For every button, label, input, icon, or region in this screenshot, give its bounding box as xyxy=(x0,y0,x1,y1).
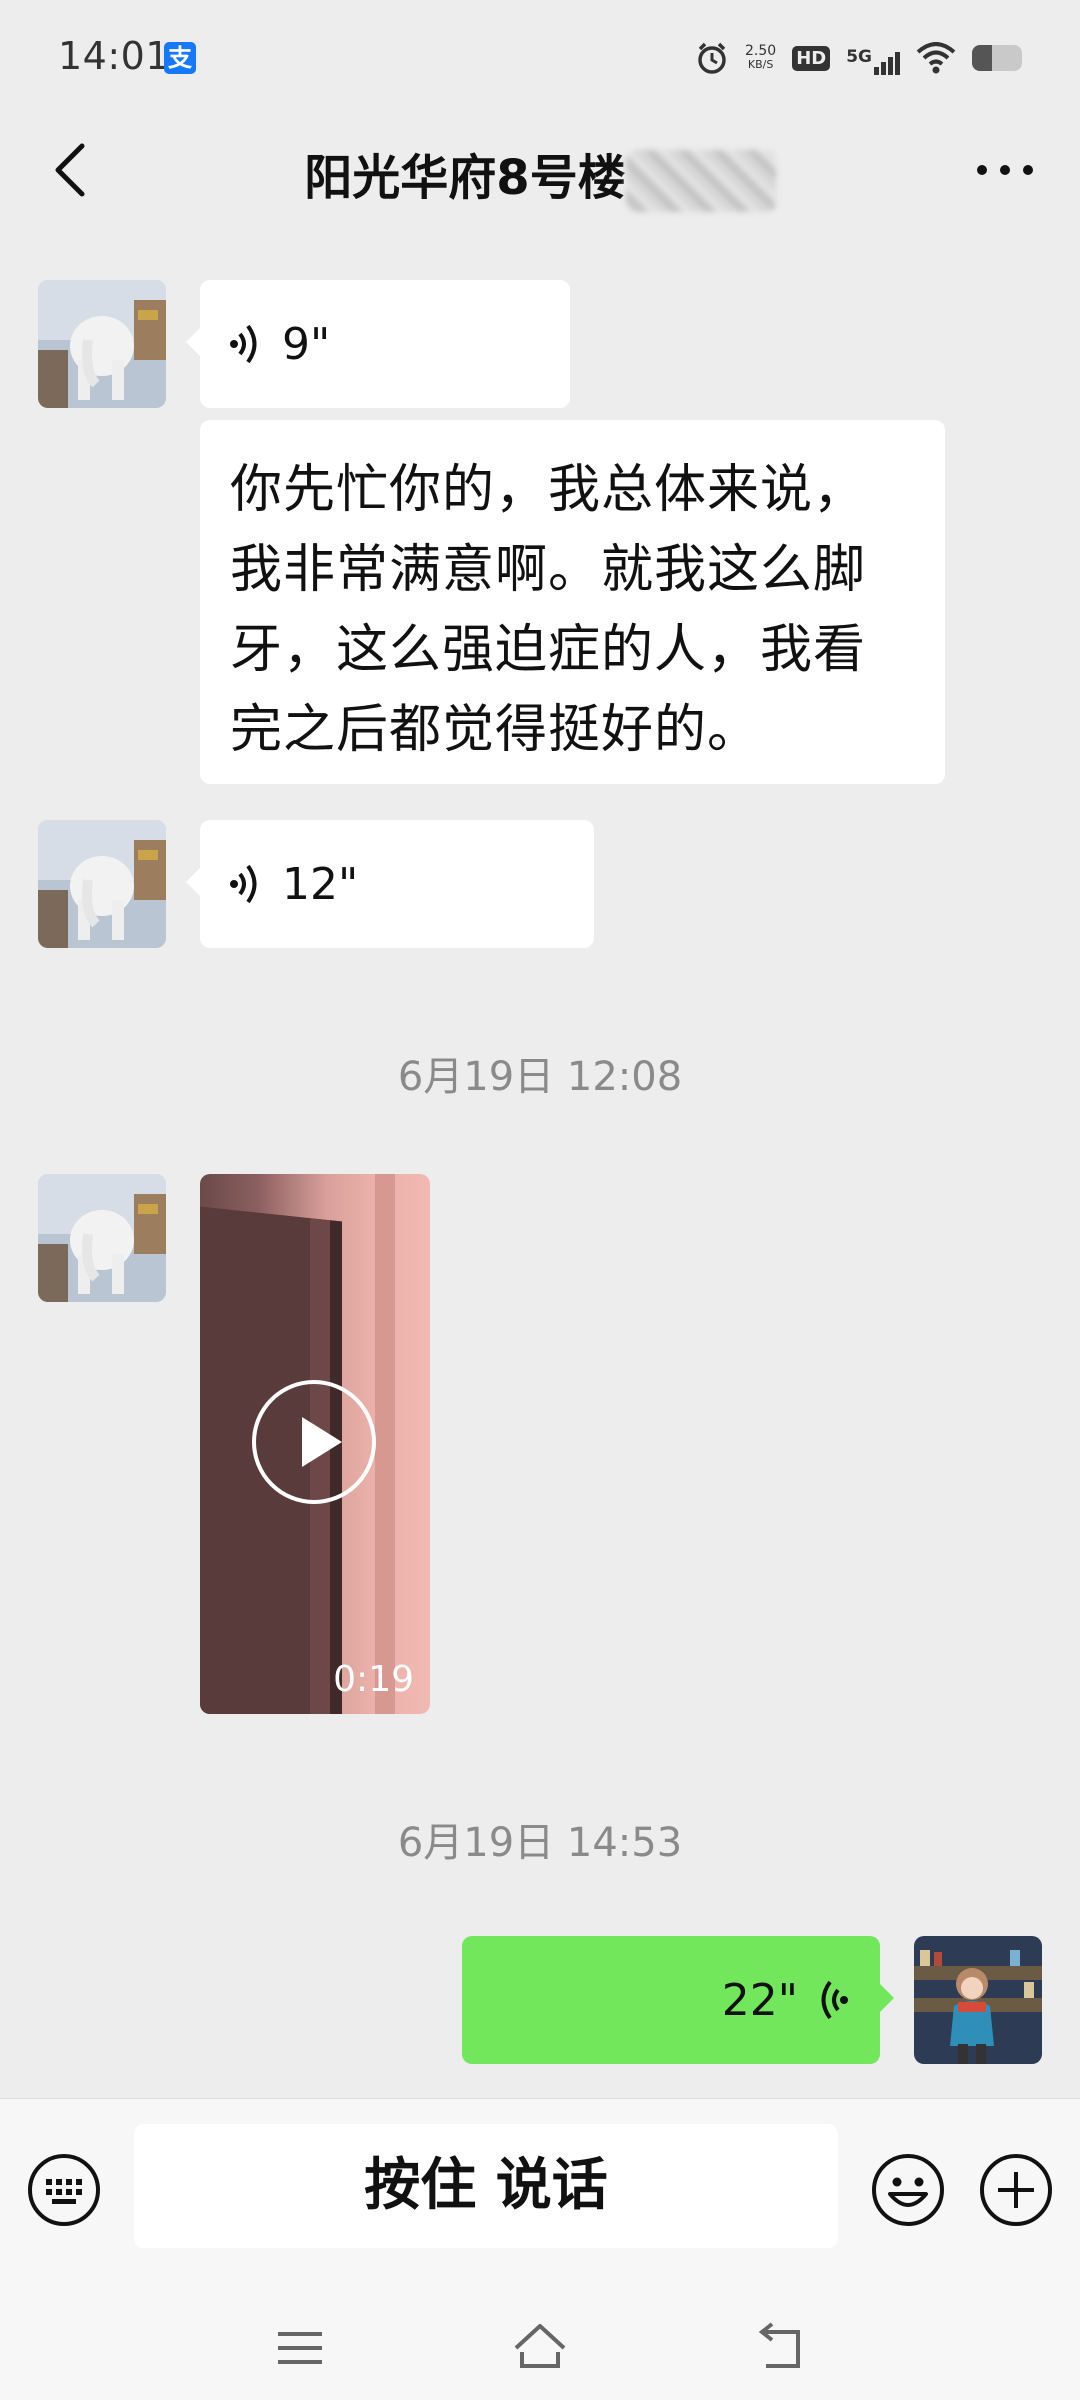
voice-wave-icon xyxy=(230,324,257,364)
network-type: 5G xyxy=(846,47,872,67)
voice-wave-icon xyxy=(230,864,257,904)
elephant-avatar-image xyxy=(38,820,166,948)
back-nav-icon xyxy=(758,2322,800,2368)
title-redaction xyxy=(625,150,776,212)
video-thumbnail-edge xyxy=(375,1174,395,1714)
text-message-bubble[interactable]: 你先忙你的，我总体来说，我非常满意啊。就我这么脚牙，这么强迫症的人，我看完之后都… xyxy=(200,420,945,784)
chat-title: 阳光华府8号楼 xyxy=(0,138,1080,212)
alipay-icon: 支 xyxy=(164,42,196,74)
keyboard-toggle-button[interactable] xyxy=(26,2152,102,2228)
girl-avatar-image xyxy=(914,1936,1042,2064)
video-duration: 0:19 xyxy=(333,1659,414,1700)
message-text: 你先忙你的，我总体来说，我非常满意啊。就我这么脚牙，这么强迫症的人，我看完之后都… xyxy=(230,460,867,760)
recent-apps-button[interactable] xyxy=(270,2318,330,2378)
status-time: 14:01 xyxy=(58,34,171,78)
battery-icon xyxy=(972,45,1022,71)
wifi-icon xyxy=(916,42,956,74)
net-speed-value: 2.50 xyxy=(745,43,777,59)
hold-to-talk-button[interactable]: 按住 说话 xyxy=(134,2124,838,2248)
emoji-icon xyxy=(872,2154,944,2226)
battery-fill xyxy=(972,45,992,71)
home-button[interactable] xyxy=(510,2318,570,2378)
message-timestamp: 6月19日 14:53 xyxy=(397,1820,683,1866)
message-timestamp: 6月19日 12:08 xyxy=(397,1054,683,1100)
voice-duration: 12" xyxy=(282,858,359,910)
contact-avatar[interactable] xyxy=(38,1174,166,1302)
more-icon xyxy=(977,165,1033,175)
voice-message-bubble[interactable]: 9" xyxy=(186,280,570,408)
voice-message-bubble[interactable]: 12" xyxy=(186,820,594,948)
system-back-button[interactable] xyxy=(750,2318,810,2378)
keyboard-icon xyxy=(28,2154,100,2226)
plus-icon xyxy=(980,2154,1052,2226)
more-button[interactable] xyxy=(970,150,1040,190)
signal-icon: 5G xyxy=(846,41,900,75)
status-icons: 2.50 KB/S HD 5G xyxy=(695,38,1022,78)
elephant-avatar-image xyxy=(38,280,166,408)
voice-wave-icon xyxy=(821,1980,848,2020)
voice-duration: 9" xyxy=(282,318,331,370)
play-icon[interactable] xyxy=(252,1380,376,1504)
own-avatar[interactable] xyxy=(914,1936,1042,2064)
alarm-icon xyxy=(698,42,726,74)
voice-duration: 22" xyxy=(721,1974,798,2026)
net-speed-unit: KB/S xyxy=(747,58,774,71)
contact-avatar[interactable] xyxy=(38,820,166,948)
video-message[interactable]: 0:19 xyxy=(200,1174,430,1714)
own-voice-message-bubble[interactable]: 22" xyxy=(462,1936,894,2064)
menu-icon xyxy=(278,2332,322,2364)
elephant-avatar-image xyxy=(38,1174,166,1302)
hd-badge: HD xyxy=(792,45,831,71)
chat-title-text: 阳光华府8号楼 xyxy=(304,150,626,206)
net-speed: 2.50 KB/S xyxy=(745,44,776,72)
home-icon xyxy=(514,2324,566,2368)
contact-avatar[interactable] xyxy=(38,280,166,408)
more-functions-button[interactable] xyxy=(978,2152,1054,2228)
emoji-button[interactable] xyxy=(870,2152,946,2228)
